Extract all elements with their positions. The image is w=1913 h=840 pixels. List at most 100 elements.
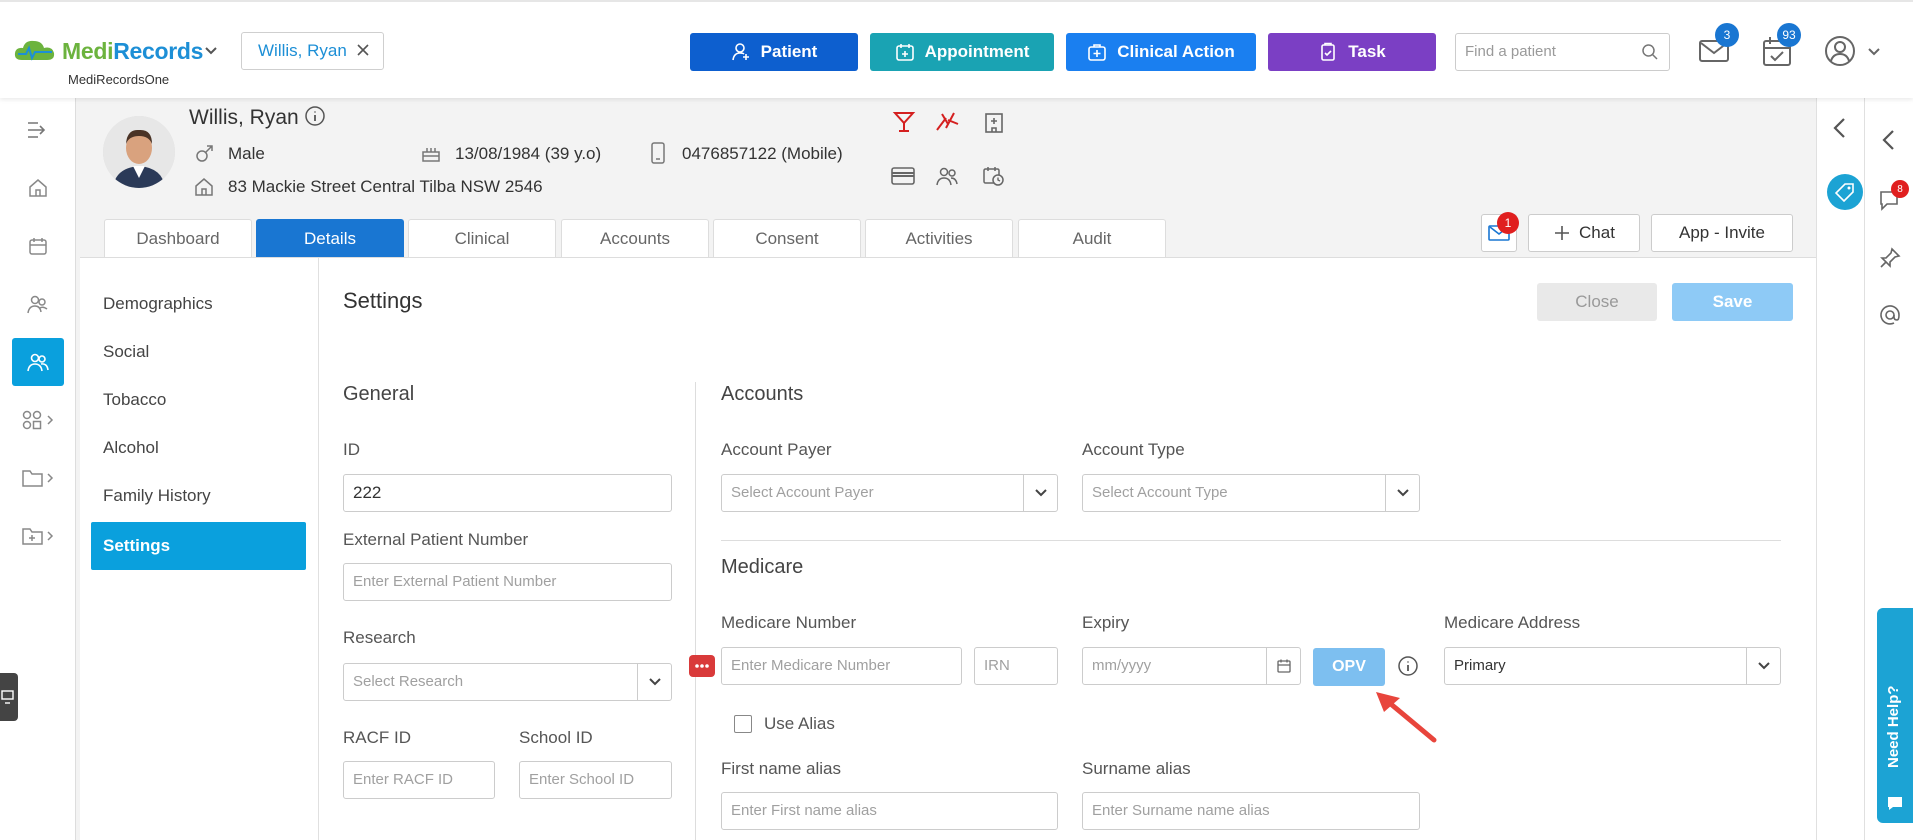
chevron-down-icon[interactable] xyxy=(1746,648,1780,684)
side-drawer-tab[interactable] xyxy=(0,673,18,721)
tab-accounts[interactable]: Accounts xyxy=(561,219,709,257)
brand-subtitle: MediRecordsOne xyxy=(68,72,170,87)
search-icon[interactable] xyxy=(1641,43,1659,61)
menu-item-tobacco[interactable]: Tobacco xyxy=(91,376,306,424)
tab-details[interactable]: Details xyxy=(256,219,404,257)
new-appointment-button[interactable]: Appointment xyxy=(870,33,1054,71)
settings-panel xyxy=(318,258,1816,840)
patient-chip[interactable]: Willis, Ryan xyxy=(241,32,384,70)
medicare-address-label: Medicare Address xyxy=(1444,613,1581,632)
medirecords-logo-icon xyxy=(12,36,58,64)
appointment-history-icon[interactable] xyxy=(982,164,1006,188)
left-navigation-rail xyxy=(0,98,76,840)
patient-gender: Male xyxy=(228,144,265,163)
collapse-chevron-left-icon[interactable] xyxy=(1878,128,1900,152)
clipboard-check-icon xyxy=(1318,42,1338,62)
tag-icon[interactable] xyxy=(1827,174,1863,210)
chevron-down-icon[interactable] xyxy=(637,664,671,700)
app-invite-button[interactable]: App - Invite xyxy=(1651,214,1793,252)
menu-item-social[interactable]: Social xyxy=(91,328,306,376)
general-section-title: General xyxy=(343,383,415,405)
research-select[interactable]: Select Research xyxy=(343,663,672,701)
new-patient-button[interactable]: Patient xyxy=(690,33,858,71)
folder-icon[interactable] xyxy=(12,454,64,502)
chat-button[interactable]: Chat xyxy=(1528,214,1640,252)
account-payer-select[interactable]: Select Account Payer xyxy=(721,474,1058,512)
close-icon[interactable] xyxy=(355,42,371,58)
id-label: ID xyxy=(343,440,360,459)
alcohol-alert-icon[interactable] xyxy=(892,110,916,134)
patient-details-icon[interactable] xyxy=(12,338,64,386)
medicare-number-label: Medicare Number xyxy=(721,613,857,632)
tab-clinical[interactable]: Clinical xyxy=(408,219,556,257)
brand-name[interactable]: MediRecords xyxy=(62,38,203,65)
menu-item-alcohol[interactable]: Alcohol xyxy=(91,424,306,472)
patient-phone: 0476857122 (Mobile) xyxy=(682,144,843,163)
id-field[interactable]: 222 xyxy=(343,474,672,512)
tab-activities[interactable]: Activities xyxy=(865,219,1013,257)
apps-grid-icon[interactable] xyxy=(12,396,64,444)
close-button[interactable]: Close xyxy=(1537,283,1657,321)
allergy-alert-icon[interactable] xyxy=(934,110,960,134)
menu-item-settings[interactable]: Settings xyxy=(91,522,306,570)
menu-item-family-history[interactable]: Family History xyxy=(91,472,306,520)
chat-badge: 8 xyxy=(1891,180,1909,198)
top-bar: MediRecords MediRecordsOne Willis, Ryan … xyxy=(0,0,1913,98)
medicare-section-title: Medicare xyxy=(721,556,804,578)
opv-button[interactable]: OPV xyxy=(1313,648,1385,686)
pin-icon[interactable] xyxy=(1878,246,1902,270)
first-name-alias-label: First name alias xyxy=(721,759,841,778)
message-badge: 1 xyxy=(1497,212,1519,234)
user-account-icon[interactable] xyxy=(1824,35,1856,67)
school-id-field[interactable]: Enter School ID xyxy=(519,761,672,799)
account-chevron-down-icon[interactable] xyxy=(1867,47,1881,57)
chevron-left-icon[interactable] xyxy=(1829,116,1851,140)
brand-chevron-down-icon[interactable] xyxy=(204,46,218,56)
save-button[interactable]: Save xyxy=(1672,283,1793,321)
chevron-down-icon[interactable] xyxy=(1385,475,1419,511)
home-icon[interactable] xyxy=(12,164,64,212)
expiry-date-field[interactable]: mm/yyyy xyxy=(1082,647,1301,685)
clinical-action-button[interactable]: Clinical Action xyxy=(1066,33,1256,71)
patient-name: Willis, Ryan xyxy=(189,106,299,129)
hospital-icon[interactable] xyxy=(984,110,1004,134)
tab-consent[interactable]: Consent xyxy=(713,219,861,257)
first-name-alias-field[interactable]: Enter First name alias xyxy=(721,792,1058,830)
medicare-address-select[interactable]: Primary xyxy=(1444,647,1781,685)
surname-alias-label: Surname alias xyxy=(1082,759,1191,778)
expiry-label: Expiry xyxy=(1082,613,1130,632)
medicare-number-field[interactable]: Enter Medicare Number xyxy=(721,647,962,685)
plus-icon xyxy=(1553,224,1571,242)
surname-alias-field[interactable]: Enter Surname name alias xyxy=(1082,792,1420,830)
external-patient-number-field[interactable]: Enter External Patient Number xyxy=(343,563,672,601)
use-alias-checkbox[interactable] xyxy=(734,715,752,733)
mail-badge: 3 xyxy=(1715,23,1739,47)
tab-audit[interactable]: Audit xyxy=(1018,219,1166,257)
patient-info-icon[interactable] xyxy=(304,105,326,127)
calendar-nav-icon[interactable] xyxy=(12,222,64,270)
account-type-select[interactable]: Select Account Type xyxy=(1082,474,1420,512)
right-collapse-rail xyxy=(1816,98,1864,840)
calendar-picker-icon[interactable] xyxy=(1266,648,1300,684)
racf-id-field[interactable]: Enter RACF ID xyxy=(343,761,495,799)
patient-search-input[interactable]: Find a patient xyxy=(1455,33,1670,71)
opv-info-icon[interactable] xyxy=(1397,655,1419,677)
pointer-arrow-icon xyxy=(1372,688,1440,746)
tab-dashboard[interactable]: Dashboard xyxy=(104,219,252,257)
menu-item-demographics[interactable]: Demographics xyxy=(91,280,306,328)
folder-add-icon[interactable] xyxy=(12,512,64,560)
more-options-icon[interactable] xyxy=(689,655,715,677)
irn-field[interactable]: IRN xyxy=(974,647,1058,685)
patient-dob: 13/08/1984 (39 y.o) xyxy=(455,144,602,163)
need-help-tab[interactable]: Need Help? xyxy=(1877,608,1913,823)
details-submenu: Demographics Social Tobacco Alcohol Fami… xyxy=(80,258,318,840)
column-divider xyxy=(695,382,696,840)
chevron-down-icon[interactable] xyxy=(1023,475,1057,511)
new-task-button[interactable]: Task xyxy=(1268,33,1436,71)
expand-menu-icon[interactable] xyxy=(12,106,64,154)
payment-card-icon[interactable] xyxy=(890,165,916,187)
patient-avatar xyxy=(103,116,175,188)
patients-group-icon[interactable] xyxy=(12,280,64,328)
mention-at-icon[interactable] xyxy=(1878,303,1902,327)
contacts-icon[interactable] xyxy=(935,164,959,188)
